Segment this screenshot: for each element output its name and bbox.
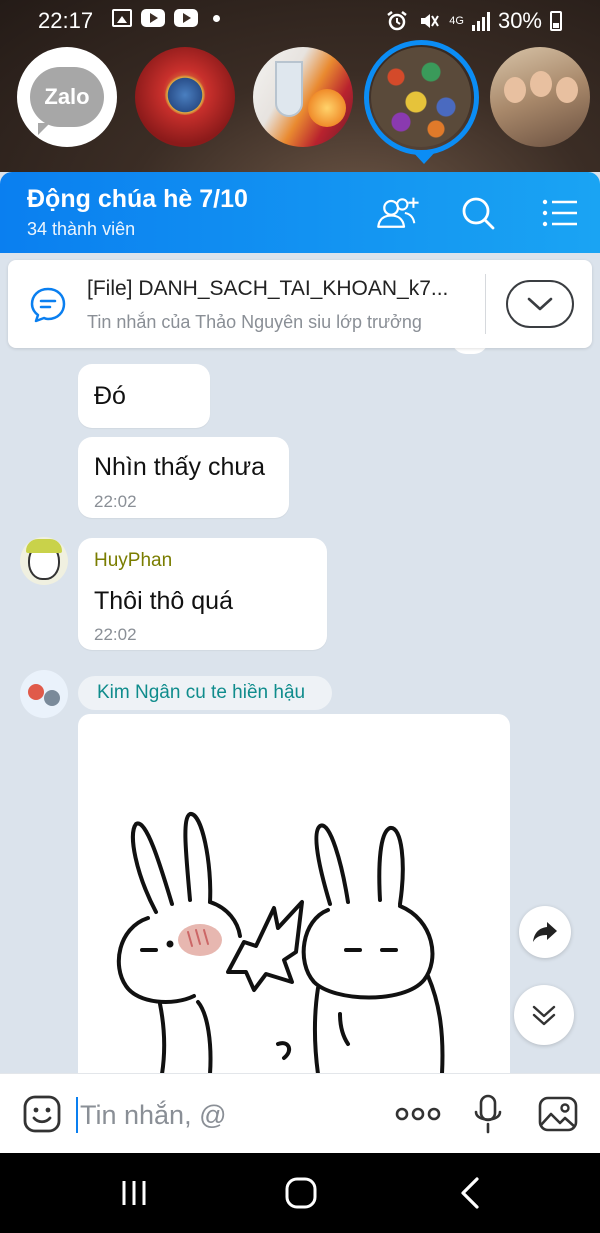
emblem-image (165, 75, 205, 115)
divider (485, 274, 486, 334)
sender-name[interactable]: HuyPhan (94, 550, 172, 572)
gallery-button[interactable] (536, 1094, 580, 1134)
menu-button[interactable] (536, 190, 584, 236)
sticker-image-message[interactable] (78, 714, 510, 1074)
status-time: 22:17 (38, 8, 94, 33)
youtube-notification-icon-2 (174, 9, 198, 27)
mute-icon (421, 14, 440, 28)
youtube-notification-icon (141, 9, 165, 27)
avatar-huyphan[interactable] (20, 537, 68, 585)
avatar-figure (44, 690, 60, 706)
image-icon (538, 1096, 578, 1132)
message-bubble[interactable]: Nhìn thấy chưa 22:02 (78, 437, 289, 518)
face-image (504, 77, 526, 103)
stories-area: 22:17 4G 30% Zalo (0, 0, 600, 172)
add-member-button[interactable] (374, 190, 422, 236)
text-cursor (76, 1097, 78, 1133)
menu-list-icon (542, 199, 577, 227)
active-story-pointer (411, 150, 437, 164)
chat-header: Động chúa hè 7/10 34 thành viên (0, 172, 600, 253)
search-icon (462, 197, 495, 230)
more-options-button[interactable] (393, 1094, 443, 1134)
sticker-button[interactable] (20, 1094, 64, 1134)
recent-apps-icon (122, 1181, 146, 1205)
zalo-logo: Zalo (30, 67, 104, 135)
status-bar: 22:17 4G 30% (0, 0, 600, 40)
system-navigation-bar (0, 1153, 600, 1233)
expand-pinned-button[interactable] (506, 280, 574, 328)
battery-icon (550, 11, 562, 31)
emoji-icon (23, 1095, 61, 1133)
more-notifications-icon (213, 14, 220, 22)
member-count[interactable]: 34 thành viên (27, 219, 135, 240)
pinned-message-banner[interactable]: [File] DANH_SACH_TAI_KHOAN_k7... Tin nhắ… (8, 260, 592, 348)
glass-image (275, 61, 303, 117)
message-bubble[interactable]: Đó (78, 364, 210, 428)
avatar-figure (28, 684, 44, 700)
chevron-down-icon (527, 297, 553, 311)
search-button[interactable] (454, 190, 502, 236)
avatar-hair (26, 539, 62, 553)
message-composer (0, 1073, 600, 1153)
signal-icon (471, 11, 490, 31)
face-image (530, 71, 552, 97)
message-bubble[interactable]: HuyPhan Thôi thô quá 22:02 (78, 538, 327, 650)
voice-message-button[interactable] (470, 1094, 506, 1134)
message-text: Đó (94, 382, 126, 410)
microphone-icon (474, 1094, 502, 1134)
back-button[interactable] (448, 1173, 492, 1213)
sender-name[interactable]: Kim Ngân cu te hiền hậu (97, 682, 305, 704)
message-time: 22:02 (94, 625, 137, 644)
scroll-to-bottom-button[interactable] (514, 985, 574, 1045)
forward-button[interactable] (519, 906, 571, 958)
add-member-icon (377, 197, 419, 228)
notification-icons (112, 9, 220, 27)
face-image (556, 77, 578, 103)
recent-apps-button[interactable] (110, 1173, 158, 1213)
story-colorful-doodle[interactable] (371, 47, 471, 147)
message-input[interactable] (80, 1098, 380, 1132)
battery-percent: 30% (497, 8, 542, 33)
orange-image (308, 89, 346, 127)
story-soviet-emblem[interactable] (135, 47, 235, 147)
story-zalo[interactable]: Zalo (17, 47, 117, 147)
gallery-notification-icon (112, 9, 132, 27)
story-drinks[interactable] (253, 47, 353, 147)
pinned-title: [File] DANH_SACH_TAI_KHOAN_k7... (87, 277, 449, 300)
pinned-subtitle: Tin nhắn của Thảo Nguyên siu lớp trưởng (87, 312, 422, 332)
chat-bubble-icon (30, 287, 66, 323)
group-name[interactable]: Động chúa hè 7/10 (27, 185, 248, 214)
share-arrow-icon (533, 922, 557, 942)
message-text: Thôi thô quá (94, 587, 233, 615)
rabbit-sticker-image (116, 812, 445, 1074)
message-time: 22:02 (94, 492, 137, 511)
message-text: Nhìn thấy chưa (94, 453, 265, 481)
story-soldiers[interactable] (490, 47, 590, 147)
home-icon (285, 1177, 317, 1209)
avatar-kim-ngan[interactable] (20, 670, 68, 718)
system-status-icons: 4G 30% (385, 8, 562, 34)
double-chevron-down-icon (532, 1005, 556, 1026)
home-button[interactable] (278, 1173, 324, 1213)
network-type: 4G (449, 15, 464, 27)
more-horizontal-icon (395, 1107, 441, 1121)
back-chevron-icon (461, 1177, 479, 1209)
alarm-icon (387, 11, 408, 31)
